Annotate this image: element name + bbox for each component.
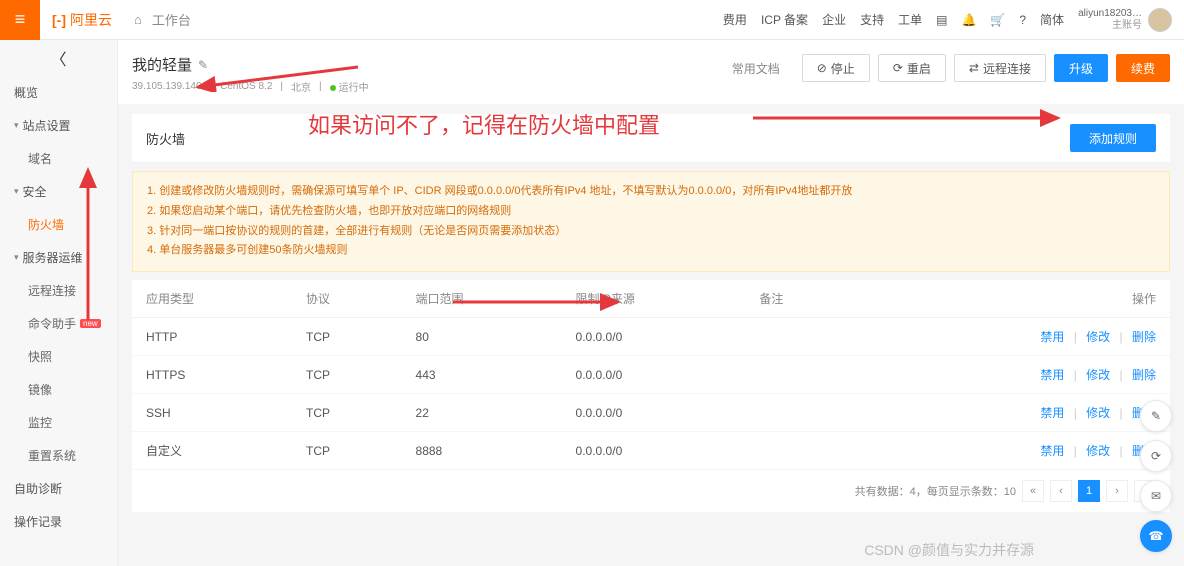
add-rule-button[interactable]: 添加规则	[1070, 124, 1156, 152]
logo-text: 阿里云	[70, 10, 112, 30]
page-1[interactable]: 1	[1078, 480, 1100, 502]
server-state: 运行中	[339, 83, 369, 94]
sidebar-item-站点设置[interactable]: ▾站点设置	[0, 109, 117, 142]
icon-app[interactable]: ▤	[936, 13, 947, 27]
col-应用类型: 应用类型	[132, 280, 292, 318]
sidebar-item-域名[interactable]: 域名	[0, 142, 117, 175]
sidebar-item-防火墙[interactable]: 防火墙	[0, 208, 117, 241]
page-title: 我的轻量	[132, 54, 192, 75]
logo-icon: [-]	[52, 12, 66, 28]
sidebar-item-重置系统[interactable]: 重置系统	[0, 439, 117, 472]
avatar	[1148, 8, 1172, 32]
upgrade-button[interactable]: 升级	[1054, 54, 1108, 82]
user-sub: 主账号	[1078, 20, 1142, 32]
row-disable[interactable]: 禁用	[1040, 330, 1064, 344]
notice-box: 1. 创建或修改防火墙规则时，需确保源可填写单个 IP、CIDR 网段或0.0.…	[132, 171, 1170, 272]
sidebar-item-自助诊断[interactable]: 自助诊断	[0, 472, 117, 505]
user-menu[interactable]: aliyun18203… 主账号	[1078, 8, 1172, 32]
server-ip: 39.105.139.140	[132, 81, 202, 92]
user-name: aliyun18203…	[1078, 8, 1142, 20]
table-row: 自定义TCP88880.0.0.0/0禁用 | 修改 | 删除	[132, 432, 1170, 470]
row-delete[interactable]: 删除	[1132, 330, 1156, 344]
pagination: 共有数据：4，每页显示条数：10 « ‹ 1 › »	[132, 470, 1170, 512]
float-edit-icon[interactable]: ✎	[1140, 400, 1172, 432]
sidebar-item-远程连接[interactable]: 远程连接	[0, 274, 117, 307]
page-prev[interactable]: ‹	[1050, 480, 1072, 502]
table-row: SSHTCP220.0.0.0/0禁用 | 修改 | 删除	[132, 394, 1170, 432]
menu-toggle[interactable]: ≡	[0, 0, 40, 40]
logo[interactable]: [-] 阿里云	[40, 10, 124, 30]
float-support-icon[interactable]: ☎	[1140, 520, 1172, 552]
float-history-icon[interactable]: ⟳	[1140, 440, 1172, 472]
col-协议: 协议	[292, 280, 402, 318]
page-first[interactable]: «	[1022, 480, 1044, 502]
sidebar-item-概览[interactable]: 概览	[0, 76, 117, 109]
row-edit[interactable]: 修改	[1086, 368, 1110, 382]
icon-bell[interactable]: 🔔	[961, 13, 976, 27]
page-next[interactable]: ›	[1106, 480, 1128, 502]
sidebar-item-操作记录[interactable]: 操作记录	[0, 505, 117, 538]
restart-button[interactable]: ⟳ 重启	[878, 54, 946, 82]
table-row: HTTPSTCP4430.0.0.0/0禁用 | 修改 | 删除	[132, 356, 1170, 394]
edit-title-icon[interactable]: ✎	[198, 58, 208, 72]
sidebar-item-快照[interactable]: 快照	[0, 340, 117, 373]
row-disable[interactable]: 禁用	[1040, 368, 1064, 382]
top-link-ticket[interactable]: 工单	[898, 11, 922, 28]
sidebar-item-服务器运维[interactable]: ▾服务器运维	[0, 241, 117, 274]
row-delete[interactable]: 删除	[1132, 368, 1156, 382]
watermark: CSDN @颜值与实力并存源	[864, 540, 1034, 560]
status-dot	[330, 85, 336, 91]
workarea-link[interactable]: 工作台	[152, 10, 191, 29]
row-edit[interactable]: 修改	[1086, 406, 1110, 420]
renew-button[interactable]: 续费	[1116, 54, 1170, 82]
top-link-support[interactable]: 支持	[860, 11, 884, 28]
server-region: 北京	[291, 79, 311, 94]
top-link-enterprise[interactable]: 企业	[822, 11, 846, 28]
row-edit[interactable]: 修改	[1086, 330, 1110, 344]
home-icon[interactable]: ⌂	[134, 12, 142, 27]
sidebar-back[interactable]: 〈	[0, 40, 117, 76]
col-操作: 操作	[855, 280, 1170, 318]
top-link-lang[interactable]: 简体	[1040, 11, 1064, 28]
row-edit[interactable]: 修改	[1086, 444, 1110, 458]
float-chat-icon[interactable]: ✉	[1140, 480, 1172, 512]
firewall-table: 应用类型协议端口范围限制IP来源备注操作 HTTPTCP800.0.0.0/0禁…	[132, 280, 1170, 470]
sidebar-item-安全[interactable]: ▾安全	[0, 175, 117, 208]
remote-button[interactable]: ⇄ 远程连接	[954, 54, 1046, 82]
col-备注: 备注	[745, 280, 855, 318]
sidebar-item-监控[interactable]: 监控	[0, 406, 117, 439]
docs-link[interactable]: 常用文档	[718, 54, 794, 82]
row-disable[interactable]: 禁用	[1040, 444, 1064, 458]
pager-total: 共有数据：4，每页显示条数：10	[855, 483, 1016, 499]
sidebar-item-命令助手[interactable]: 命令助手new	[0, 307, 117, 340]
row-disable[interactable]: 禁用	[1040, 406, 1064, 420]
table-row: HTTPTCP800.0.0.0/0禁用 | 修改 | 删除	[132, 318, 1170, 356]
icon-help[interactable]: ?	[1019, 13, 1026, 27]
card-title: 防火墙	[146, 129, 185, 148]
stop-button[interactable]: ⊘ 停止	[802, 54, 870, 82]
server-os: CentOS 8.2	[220, 81, 272, 92]
top-link-fee[interactable]: 费用	[723, 11, 747, 28]
icon-cart[interactable]: 🛒	[990, 13, 1005, 27]
col-限制IP来源: 限制IP来源	[562, 280, 746, 318]
sidebar-item-镜像[interactable]: 镜像	[0, 373, 117, 406]
col-端口范围: 端口范围	[402, 280, 562, 318]
top-link-icp[interactable]: ICP 备案	[761, 11, 808, 28]
